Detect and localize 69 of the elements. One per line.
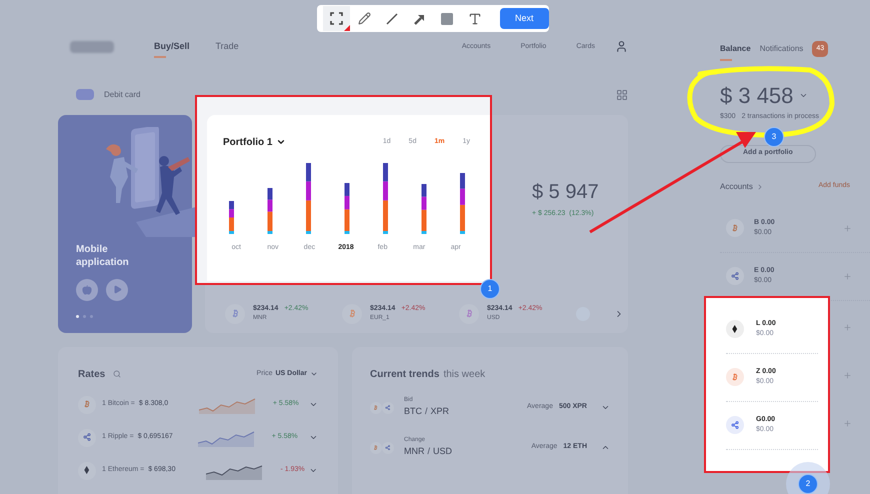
panel-tab[interactable]: Balance	[720, 43, 751, 55]
accounts-title: Accounts	[720, 180, 753, 192]
diamond-icon	[732, 324, 738, 334]
header-tab[interactable]: Trade	[216, 40, 239, 54]
bitcoin-icon	[730, 224, 740, 232]
card-icon	[76, 89, 94, 100]
step-badge: 3	[764, 127, 784, 147]
chevron-down-icon	[276, 137, 286, 147]
quote-currency: USD	[433, 445, 452, 458]
pencil-icon	[358, 12, 371, 25]
line-icon	[386, 12, 398, 24]
trends-period: this week	[443, 368, 486, 382]
promo-title: Mobile application	[76, 242, 130, 268]
text-icon	[468, 12, 482, 26]
apple-icon	[82, 284, 92, 294]
chevron-down-icon[interactable]	[309, 400, 318, 409]
stacked-bar	[460, 172, 465, 234]
stacked-bar	[268, 188, 272, 234]
pair-separator: /	[425, 405, 428, 418]
bitcoin-icon	[82, 400, 92, 409]
trends-title: Current trends	[370, 368, 440, 382]
panel-tab[interactable]: Notifications	[760, 43, 804, 55]
debit-card-label: Debit card	[104, 88, 140, 100]
quote-currency: XPR	[430, 405, 450, 418]
square-icon	[441, 12, 454, 24]
bitcoin-icon	[730, 372, 740, 382]
play-store-button[interactable]	[106, 278, 128, 300]
share-icon	[730, 272, 740, 280]
corner-mark	[344, 25, 350, 31]
share-icon	[385, 404, 391, 410]
share-icon	[730, 420, 740, 430]
pair-separator: /	[428, 445, 430, 458]
stacked-bar	[229, 200, 234, 234]
crop-frame-icon	[330, 12, 343, 25]
tool-button[interactable]	[323, 6, 350, 31]
rates-title: Rates	[78, 368, 106, 382]
app-store-button[interactable]	[76, 278, 98, 300]
portfolio-dropdown[interactable]: Portfolio 1	[223, 134, 286, 150]
share-icon	[385, 444, 391, 450]
bitcoin-icon	[373, 444, 379, 450]
step-badge: 2	[798, 474, 818, 494]
stacked-bar	[344, 182, 350, 234]
sparkline-drawing	[198, 396, 257, 414]
tab-underline	[720, 59, 732, 61]
chevron-down-icon	[310, 370, 318, 378]
next-button[interactable]: Next	[500, 8, 550, 29]
chevron-down-icon[interactable]	[601, 403, 610, 412]
sparkline-drawing	[198, 428, 256, 446]
diamond-icon	[84, 466, 90, 475]
base-currency: MNR	[404, 445, 424, 458]
search-icon[interactable]	[113, 370, 122, 378]
stacked-bar	[422, 184, 426, 234]
chevron-down-icon[interactable]	[309, 433, 318, 442]
header-tab[interactable]: Buy/Sell	[154, 40, 190, 54]
chevron-up-icon[interactable]	[601, 443, 610, 452]
share-icon	[82, 433, 92, 442]
grid-icon[interactable]	[616, 88, 628, 100]
portfolio-amount: $ 5 947	[532, 180, 599, 204]
balance-amount: $ 3 458	[720, 82, 794, 110]
base-currency: BTC	[404, 405, 422, 418]
arrow-icon	[414, 12, 426, 24]
bitcoin-icon	[373, 404, 379, 410]
stacked-bar	[306, 162, 311, 234]
play-icon	[112, 285, 122, 294]
stacked-bar	[383, 162, 388, 234]
logo	[70, 40, 114, 53]
user-icon[interactable]	[615, 40, 628, 54]
tab-underline	[154, 56, 166, 58]
chevron-down-icon[interactable]	[309, 466, 318, 475]
